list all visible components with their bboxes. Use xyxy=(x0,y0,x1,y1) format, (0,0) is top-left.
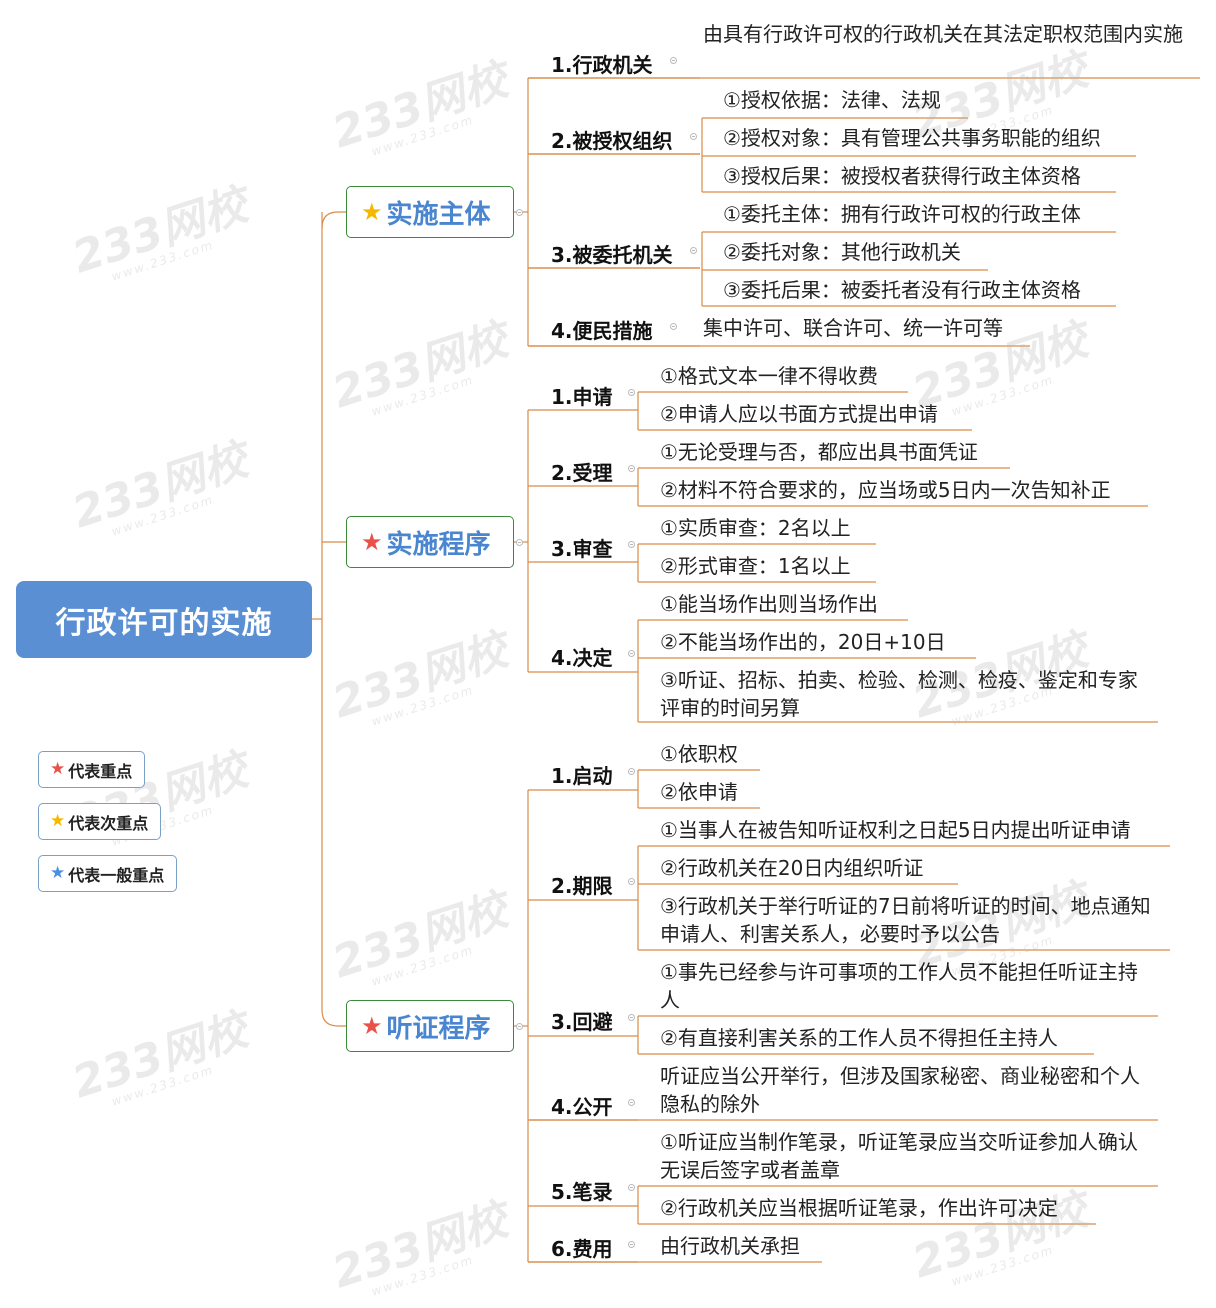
legend-item-general: ★ 代表一般重点 xyxy=(38,855,178,892)
branch-label: 实施主体 xyxy=(386,199,491,230)
star-icon: ★ xyxy=(50,759,66,779)
leaf-text: ①无论受理与否，都应出具书面凭证 xyxy=(660,440,978,464)
subtopic[interactable]: 6.费用 xyxy=(551,1233,613,1262)
leaf-text: ③委托后果：被委托者没有行政主体资格 xyxy=(723,278,1081,302)
leaf-text: ③听证、招标、拍卖、检验、检测、检疫、鉴定和专家评审的时间另算 xyxy=(660,668,1138,720)
connector-line xyxy=(321,212,346,1027)
branch-implementation-subject[interactable]: ★ 实施主体 xyxy=(346,186,514,238)
collapse-toggle-icon[interactable] xyxy=(628,878,635,885)
leaf-text: 集中许可、联合许可、统一许可等 xyxy=(703,316,1003,340)
leaf-text: ①能当场作出则当场作出 xyxy=(660,592,878,616)
legend-label: 代表重点 xyxy=(68,761,133,781)
leaf-text: ②有直接利害关系的工作人员不得担任主持人 xyxy=(660,1026,1058,1050)
leaf-text: ②委托对象：其他行政机关 xyxy=(723,240,961,264)
leaf-text: ①依职权 xyxy=(660,742,738,766)
collapse-toggle-icon[interactable] xyxy=(628,1241,635,1248)
leaf-text: ②行政机关在20日内组织听证 xyxy=(660,856,924,880)
collapse-toggle-icon[interactable] xyxy=(516,209,523,216)
collapse-toggle-icon[interactable] xyxy=(690,247,697,254)
collapse-toggle-icon[interactable] xyxy=(516,539,523,546)
leaf-text: ②依申请 xyxy=(660,780,738,804)
subtopic[interactable]: 3.回避 xyxy=(551,1006,613,1035)
collapse-toggle-icon[interactable] xyxy=(628,1184,635,1191)
leaf-text: 由具有行政许可权的行政机关在其法定职权范围内实施 xyxy=(703,22,1183,46)
subtopic[interactable]: 5.笔录 xyxy=(551,1176,613,1205)
leaf-text: ①授权依据：法律、法规 xyxy=(723,88,941,112)
collapse-toggle-icon[interactable] xyxy=(670,323,677,330)
leaf-text: ①委托主体：拥有行政许可权的行政主体 xyxy=(723,202,1081,226)
collapse-toggle-icon[interactable] xyxy=(690,133,697,140)
legend-label: 代表一般重点 xyxy=(68,865,165,885)
subtopic[interactable]: 3.审查 xyxy=(551,533,613,562)
branch-label: 听证程序 xyxy=(386,1013,491,1044)
collapse-toggle-icon[interactable] xyxy=(628,768,635,775)
leaf-text: ①当事人在被告知听证权利之日起5日内提出听证申请 xyxy=(660,818,1131,842)
branch-implementation-procedure[interactable]: ★ 实施程序 xyxy=(346,516,514,568)
subtopic[interactable]: 4.便民措施 xyxy=(551,315,653,344)
leaf-text: ③行政机关于举行听证的7日前将听证的时间、地点通知申请人、利害关系人，必要时予以… xyxy=(660,894,1151,946)
collapse-toggle-icon[interactable] xyxy=(670,57,677,64)
collapse-toggle-icon[interactable] xyxy=(628,541,635,548)
leaf-text: ②形式审查：1名以上 xyxy=(660,554,851,578)
collapse-toggle-icon[interactable] xyxy=(516,1023,523,1030)
leaf-text: ③授权后果：被授权者获得行政主体资格 xyxy=(723,164,1081,188)
subtopic[interactable]: 1.申请 xyxy=(551,381,613,410)
leaf-text: ①听证应当制作笔录，听证笔录应当交听证参加人确认无误后签字或者盖章 xyxy=(660,1130,1138,1182)
connector-line xyxy=(321,211,346,229)
legend-item-secondary: ★ 代表次重点 xyxy=(38,803,162,840)
leaf-text: ②行政机关应当根据听证笔录，作出许可决定 xyxy=(660,1196,1058,1220)
star-icon: ★ xyxy=(50,863,66,883)
leaf-text: ②材料不符合要求的，应当场或5日内一次告知补正 xyxy=(660,478,1111,502)
subtopic[interactable]: 2.期限 xyxy=(551,870,613,899)
leaf-text: ①事先已经参与许可事项的工作人员不能担任听证主持人 xyxy=(660,960,1138,1012)
leaf-text: 听证应当公开举行，但涉及国家秘密、商业秘密和个人隐私的除外 xyxy=(660,1064,1140,1116)
subtopic[interactable]: 4.决定 xyxy=(551,642,613,671)
leaf-text: ②申请人应以书面方式提出申请 xyxy=(660,402,938,426)
star-icon: ★ xyxy=(361,528,383,556)
root-topic-label: 行政许可的实施 xyxy=(55,605,273,641)
subtopic[interactable]: 2.被授权组织 xyxy=(551,125,673,154)
leaf-text: 由行政机关承担 xyxy=(660,1234,800,1258)
root-topic[interactable]: 行政许可的实施 xyxy=(16,581,312,658)
subtopic[interactable]: 4.公开 xyxy=(551,1091,613,1120)
leaf-text: ②不能当场作出的，20日+10日 xyxy=(660,630,946,654)
collapse-toggle-icon[interactable] xyxy=(628,650,635,657)
branch-label: 实施程序 xyxy=(386,529,491,560)
subtopic[interactable]: 1.启动 xyxy=(551,760,613,789)
star-icon: ★ xyxy=(361,198,383,226)
subtopic[interactable]: 1.行政机关 xyxy=(551,49,653,78)
collapse-toggle-icon[interactable] xyxy=(628,1014,635,1021)
subtopic[interactable]: 3.被委托机关 xyxy=(551,239,673,268)
legend-label: 代表次重点 xyxy=(68,813,149,833)
leaf-text: ②授权对象：具有管理公共事务职能的组织 xyxy=(723,126,1101,150)
leaf-text: ①实质审查：2名以上 xyxy=(660,516,851,540)
branch-hearing-procedure[interactable]: ★ 听证程序 xyxy=(346,1000,514,1052)
legend-item-key: ★ 代表重点 xyxy=(38,751,146,788)
leaf-text: ①格式文本一律不得收费 xyxy=(660,364,878,388)
collapse-toggle-icon[interactable] xyxy=(628,465,635,472)
star-icon: ★ xyxy=(50,811,66,831)
collapse-toggle-icon[interactable] xyxy=(628,389,635,396)
star-icon: ★ xyxy=(361,1012,383,1040)
subtopic[interactable]: 2.受理 xyxy=(551,457,613,486)
collapse-toggle-icon[interactable] xyxy=(628,1099,635,1106)
